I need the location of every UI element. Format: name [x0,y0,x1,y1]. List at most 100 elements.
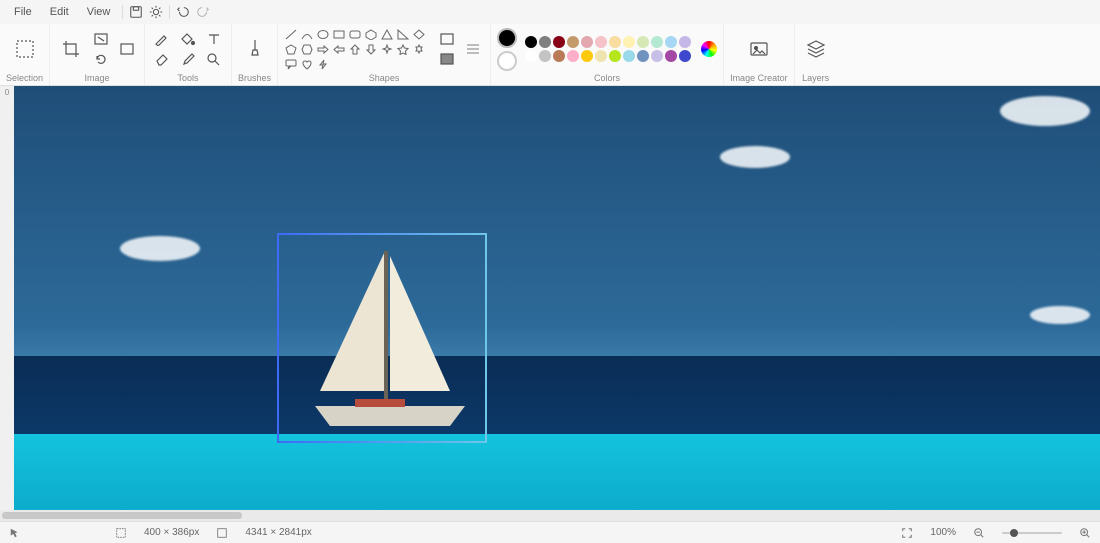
selection-size: 400 × 386px [144,527,199,538]
group-colors: Colors [491,24,724,85]
fit-screen-icon[interactable] [900,526,914,540]
shape-lightning-icon[interactable] [316,58,330,71]
color-swatch[interactable] [609,36,621,48]
shape-star5-icon[interactable] [396,43,410,56]
color-swatch[interactable] [581,50,593,62]
select-tool[interactable] [10,32,40,66]
group-label: Tools [178,71,199,83]
color-primary[interactable] [497,28,517,48]
menu-edit[interactable]: Edit [42,3,77,21]
shape-diamond-icon[interactable] [412,28,426,41]
color-secondary[interactable] [497,51,517,71]
color-swatch[interactable] [553,50,565,62]
brush-tool[interactable] [240,32,270,66]
color-swatch[interactable] [651,50,663,62]
color-swatch[interactable] [679,50,691,62]
color-swatch[interactable] [651,36,663,48]
color-swatch[interactable] [637,50,649,62]
color-swatch[interactable] [581,36,593,48]
group-tools: Tools [145,24,232,85]
shape-arrow-l-icon[interactable] [332,43,346,56]
shape-roundrect-icon[interactable] [348,28,362,41]
group-label: Image Creator [730,71,788,83]
fill-tool[interactable] [177,30,199,48]
horizontal-scrollbar[interactable] [0,510,1100,521]
menu-file[interactable]: File [6,3,40,21]
shape-star4-icon[interactable] [380,43,394,56]
shape-rtriangle-icon[interactable] [396,28,410,41]
group-label: Image [85,71,110,83]
color-swatch[interactable] [595,36,607,48]
color-swatch[interactable] [539,36,551,48]
pencil-tool[interactable] [151,30,173,48]
shape-star6-icon[interactable] [412,43,426,56]
zoom-out-icon[interactable] [972,526,986,540]
color-swatch[interactable] [679,36,691,48]
save-icon[interactable] [127,3,145,21]
shape-callout-icon[interactable] [284,58,298,71]
text-tool[interactable] [203,30,225,48]
shape-polygon-icon[interactable] [364,28,378,41]
settings-icon[interactable] [147,3,165,21]
color-swatch[interactable] [553,36,565,48]
picker-tool[interactable] [177,50,199,68]
stroke-width[interactable] [462,40,484,58]
eraser-tool[interactable] [151,50,173,68]
ruler-vertical: 0 [0,86,14,521]
image-creator-button[interactable] [744,32,774,66]
shape-fill[interactable] [436,50,458,68]
redo-icon[interactable] [194,3,212,21]
color-swatch[interactable] [637,36,649,48]
shape-oval-icon[interactable] [316,28,330,41]
shape-arrow-d-icon[interactable] [364,43,378,56]
color-swatch[interactable] [623,36,635,48]
menu-view[interactable]: View [79,3,119,21]
layers-button[interactable] [801,32,831,66]
shape-gallery[interactable] [284,28,426,71]
shape-arrow-r-icon[interactable] [316,43,330,56]
zoom-slider-knob[interactable] [1010,529,1018,537]
edit-colors-icon[interactable] [701,41,717,57]
zoom-in-icon[interactable] [1078,526,1092,540]
crop-tool[interactable] [56,32,86,66]
shape-triangle-icon[interactable] [380,28,394,41]
shape-outline[interactable] [436,30,458,48]
color-swatch[interactable] [525,36,537,48]
color-swatch[interactable] [665,50,677,62]
group-image: Image [50,24,145,85]
color-swatch[interactable] [567,36,579,48]
shape-pentagon-icon[interactable] [284,43,298,56]
selection-rectangle[interactable] [277,233,487,443]
color-swatch[interactable] [539,50,551,62]
group-label: Shapes [369,71,400,83]
scrollbar-thumb[interactable] [2,512,242,519]
shape-heart-icon[interactable] [300,58,314,71]
shape-rect-icon[interactable] [332,28,346,41]
image-more[interactable] [116,40,138,58]
color-swatch[interactable] [525,50,537,62]
canvas-area[interactable]: 0 [0,86,1100,521]
color-swatch[interactable] [665,36,677,48]
separator [169,5,170,19]
color-swatch[interactable] [609,50,621,62]
zoom-value: 100% [930,527,956,538]
shape-hexagon-icon[interactable] [300,43,314,56]
ribbon: Selection Image [0,24,1100,86]
cloud-icon [720,146,790,168]
shape-line-icon[interactable] [284,28,298,41]
group-label: Layers [802,71,829,83]
color-swatch[interactable] [595,50,607,62]
resize-tool[interactable] [90,30,112,48]
group-shapes: Shapes [278,24,491,85]
color-palette[interactable] [525,36,691,62]
color-swatch[interactable] [567,50,579,62]
magnify-tool[interactable] [203,50,225,68]
shape-curve-icon[interactable] [300,28,314,41]
zoom-slider[interactable] [1002,532,1062,534]
color-swatch[interactable] [623,50,635,62]
selection-size-icon [114,526,128,540]
canvas-image [0,356,1100,434]
rotate-tool[interactable] [90,50,112,68]
shape-arrow-u-icon[interactable] [348,43,362,56]
undo-icon[interactable] [174,3,192,21]
